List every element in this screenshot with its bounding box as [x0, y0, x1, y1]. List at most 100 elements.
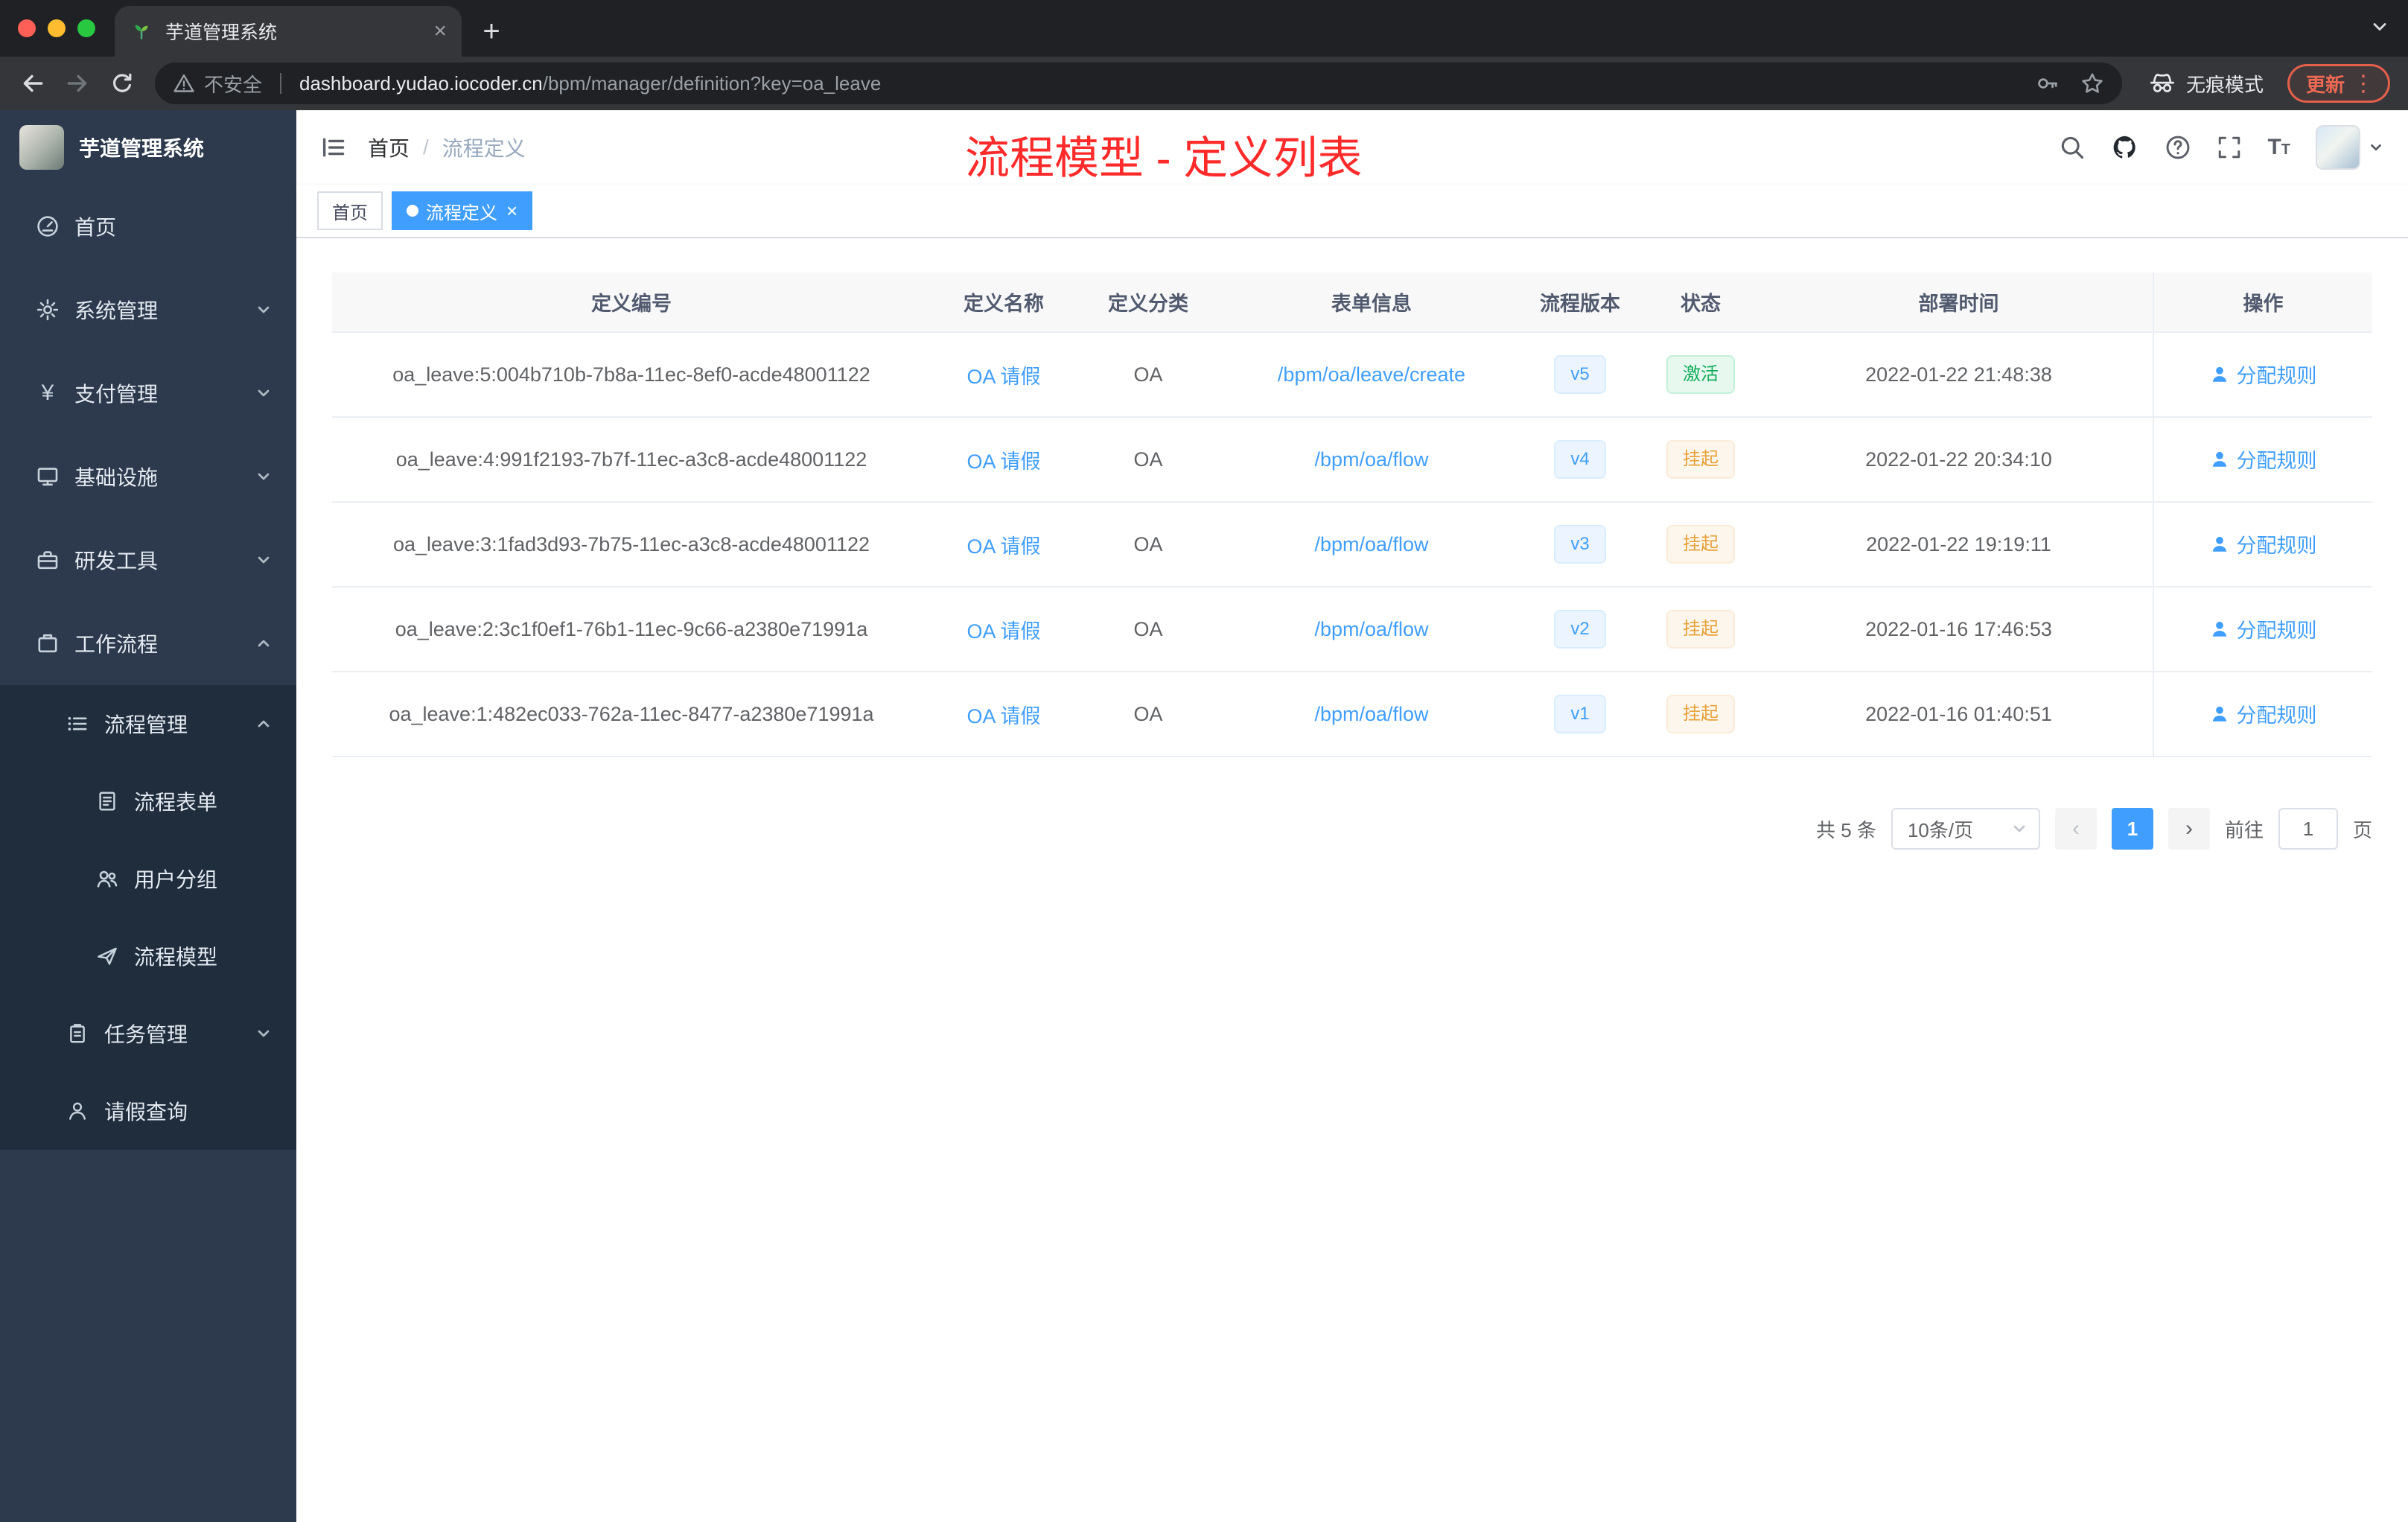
definition-name-link[interactable]: OA 请假 — [966, 450, 1040, 473]
omnibox-separator — [280, 73, 282, 94]
update-button[interactable]: 更新 ⋮ — [2287, 64, 2390, 103]
dashboard-icon — [36, 214, 60, 238]
browser-reload-button[interactable] — [101, 63, 143, 104]
col-header-operations: 操作 — [2153, 273, 2372, 333]
cell-category: OA — [1077, 332, 1220, 418]
sidebar-item-user-group[interactable]: 用户分组 — [0, 840, 296, 917]
sidebar-item-system-management[interactable]: 系统管理 — [0, 268, 296, 351]
sidebar-item-payment-management[interactable]: ¥ 支付管理 — [0, 351, 296, 435]
version-badge[interactable]: v3 — [1554, 525, 1606, 564]
chevron-up-icon — [255, 715, 273, 733]
sidebar-toggle-icon[interactable] — [320, 134, 347, 161]
search-icon[interactable] — [2059, 134, 2086, 161]
definition-name-link[interactable]: OA 请假 — [966, 366, 1040, 388]
cell-deploy-time: 2022-01-22 20:34:10 — [1765, 417, 2153, 503]
cell-deploy-time: 2022-01-22 21:48:38 — [1765, 332, 2153, 418]
pagination: 共 5 条 10条/页 ‹ 1 › 前往 页 — [332, 808, 2372, 850]
github-icon[interactable] — [2111, 133, 2139, 162]
assign-rule-button[interactable]: 分配规则 — [2210, 699, 2317, 728]
sidebar-item-process-form[interactable]: 流程表单 — [0, 762, 296, 840]
browser-tab[interactable]: 芋道管理系统 × — [115, 6, 462, 57]
incognito-icon — [2149, 70, 2176, 97]
browser-menu-icon[interactable]: ⋮ — [2352, 71, 2374, 97]
active-tag-dot — [407, 205, 418, 217]
table-row: oa_leave:1:482ec033-762a-11ec-8477-a2380… — [332, 672, 2372, 757]
window-close-button[interactable] — [18, 19, 36, 37]
sidebar-item-dev-tools[interactable]: 研发工具 — [0, 518, 296, 602]
sidebar-item-process-model[interactable]: 流程模型 — [0, 917, 296, 995]
goto-page-input[interactable] — [2278, 808, 2338, 850]
briefcase-icon — [36, 631, 60, 655]
assign-rule-button[interactable]: 分配规则 — [2210, 529, 2317, 558]
sidebar-item-task-management[interactable]: 任务管理 — [0, 995, 296, 1072]
tab-favicon-icon — [130, 19, 153, 43]
caret-down-icon — [2368, 139, 2384, 156]
definition-name-link[interactable]: OA 请假 — [966, 705, 1040, 727]
browser-forward-button[interactable] — [57, 63, 98, 104]
browser-back-button[interactable] — [12, 63, 54, 104]
window-zoom-button[interactable] — [77, 19, 95, 37]
tag-process-definition[interactable]: 流程定义 × — [392, 191, 533, 230]
version-badge[interactable]: v4 — [1554, 440, 1606, 479]
sidebar-item-leave-query[interactable]: 请假查询 — [0, 1072, 296, 1150]
cell-category: OA — [1077, 502, 1220, 588]
tab-close-icon[interactable]: × — [433, 20, 447, 42]
main-panel: 首页 / 流程定义 TT 首页 流程定义 × 定义编号 定义名称 定义分类 表单… — [296, 110, 2408, 1522]
form-info-link[interactable]: /bpm/oa/leave/create — [1278, 363, 1465, 386]
col-header-id: 定义编号 — [332, 273, 931, 333]
new-tab-button[interactable]: + — [471, 10, 512, 52]
address-bar[interactable]: 不安全 dashboard.yudao.iocoder.cn/bpm/manag… — [155, 63, 2122, 104]
security-label: 不安全 — [204, 73, 263, 96]
form-info-link[interactable]: /bpm/oa/flow — [1314, 703, 1428, 725]
app-title: 芋道管理系统 — [79, 137, 205, 160]
version-badge[interactable]: v5 — [1554, 355, 1606, 394]
toolbox-icon — [36, 548, 60, 572]
tag-close-icon[interactable]: × — [506, 201, 517, 220]
url-domain: dashboard.yudao.iocoder.cn — [299, 71, 543, 95]
bookmark-star-icon[interactable] — [2080, 71, 2104, 95]
app-logo[interactable]: 芋道管理系统 — [0, 110, 296, 185]
window-minimize-button[interactable] — [48, 19, 66, 37]
breadcrumb-home[interactable]: 首页 — [368, 133, 410, 162]
assign-rule-button[interactable]: 分配规则 — [2210, 614, 2317, 643]
security-warning-icon[interactable] — [173, 72, 195, 95]
version-badge[interactable]: v1 — [1554, 695, 1606, 733]
tab-search-icon[interactable] — [2369, 16, 2390, 37]
version-badge[interactable]: v2 — [1554, 610, 1606, 649]
breadcrumb: 首页 / 流程定义 — [368, 133, 526, 162]
definition-name-link[interactable]: OA 请假 — [966, 620, 1040, 643]
sidebar-item-infrastructure[interactable]: 基础设施 — [0, 435, 296, 518]
avatar — [2316, 125, 2360, 170]
sidebar-item-workflow[interactable]: 工作流程 — [0, 602, 296, 685]
form-info-link[interactable]: /bpm/oa/flow — [1314, 533, 1428, 555]
macos-traffic-lights — [18, 19, 95, 37]
next-page-button[interactable]: › — [2167, 808, 2210, 850]
gear-icon — [36, 298, 60, 322]
tag-home[interactable]: 首页 — [317, 191, 383, 230]
cell-deploy-time: 2022-01-22 19:19:11 — [1765, 502, 2153, 588]
form-info-link[interactable]: /bpm/oa/flow — [1314, 448, 1428, 471]
sidebar-item-home[interactable]: 首页 — [0, 185, 296, 268]
col-header-name: 定义名称 — [931, 273, 1077, 333]
cell-deploy-time: 2022-01-16 01:40:51 — [1765, 672, 2153, 757]
status-badge: 激活 — [1666, 355, 1735, 394]
page-number-button[interactable]: 1 — [2111, 808, 2153, 850]
yen-icon: ¥ — [41, 380, 54, 405]
update-label: 更新 — [2305, 73, 2345, 96]
cell-definition-id: oa_leave:4:991f2193-7b7f-11ec-a3c8-acde4… — [332, 417, 931, 503]
definition-name-link[interactable]: OA 请假 — [966, 535, 1040, 558]
user-avatar-menu[interactable] — [2316, 125, 2384, 170]
assign-rule-button[interactable]: 分配规则 — [2210, 360, 2317, 389]
col-header-status: 状态 — [1637, 273, 1765, 333]
page-size-select[interactable]: 10条/页 — [1891, 808, 2040, 850]
chevron-down-icon — [255, 1025, 273, 1042]
help-icon[interactable] — [2165, 134, 2191, 161]
sidebar-menu: 首页 系统管理 ¥ 支付管理 基础设施 研发工具 工作流程 流程管理 流程表单 … — [0, 185, 296, 1150]
font-size-icon[interactable]: TT — [2267, 135, 2290, 160]
assign-rule-button[interactable]: 分配规则 — [2210, 445, 2317, 474]
form-info-link[interactable]: /bpm/oa/flow — [1314, 618, 1428, 640]
prev-page-button[interactable]: ‹ — [2054, 808, 2097, 850]
fullscreen-icon[interactable] — [2217, 135, 2242, 160]
password-key-icon[interactable] — [2036, 71, 2060, 95]
sidebar-item-process-management[interactable]: 流程管理 — [0, 685, 296, 762]
